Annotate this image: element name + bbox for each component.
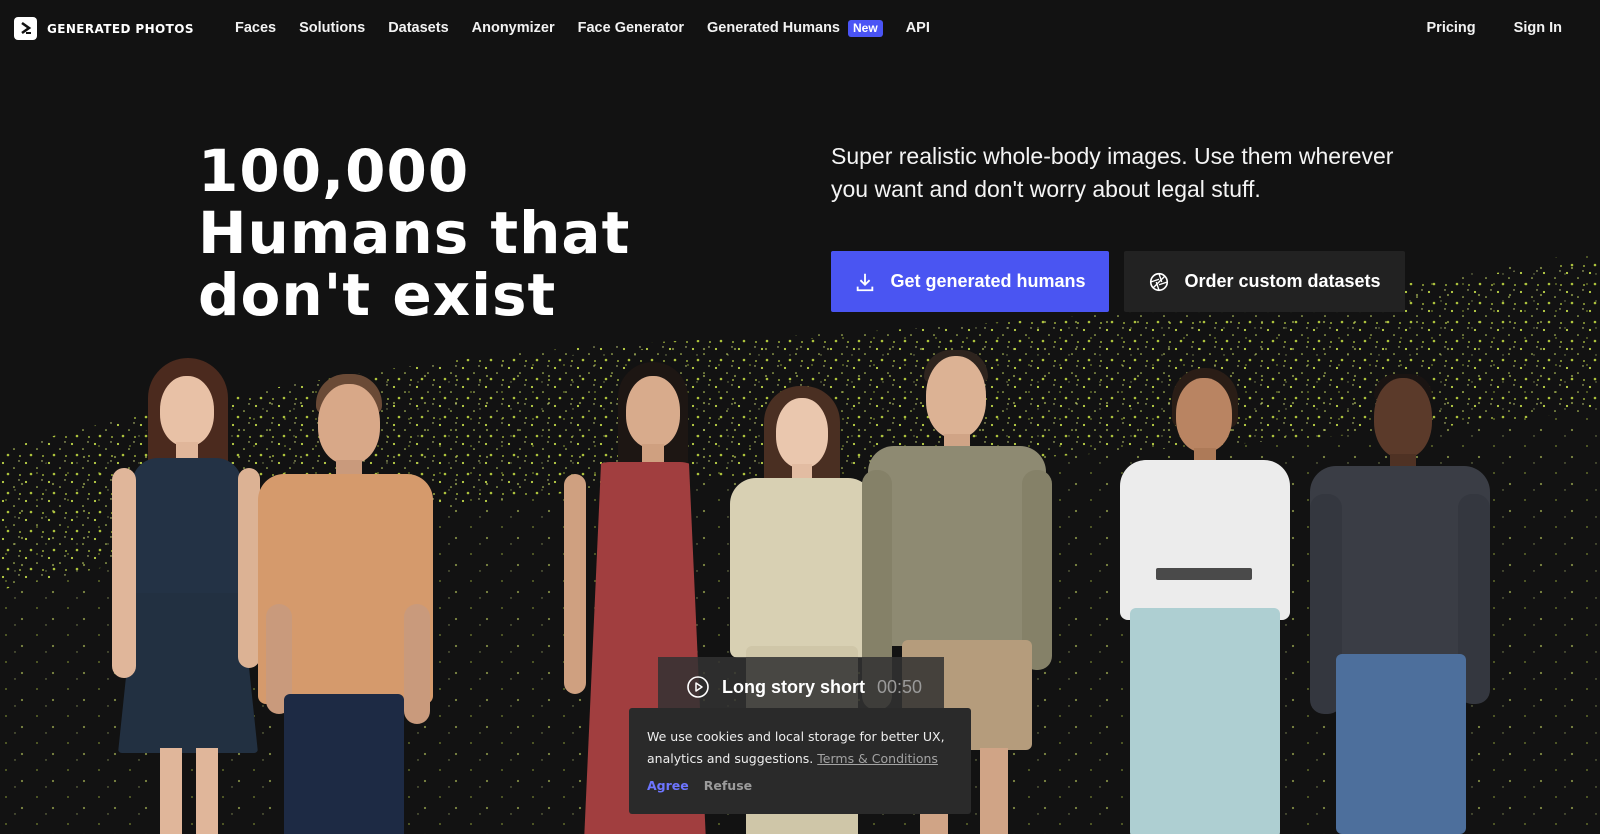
cookie-refuse-button[interactable]: Refuse	[704, 778, 752, 793]
nav-link-api[interactable]: API	[906, 20, 930, 36]
cookie-actions: Agree Refuse	[647, 778, 953, 793]
hero-title-line-2: Humans that	[198, 199, 631, 267]
cookie-message: We use cookies and local storage for bet…	[647, 726, 953, 770]
nav-link-anonymizer[interactable]: Anonymizer	[472, 20, 555, 36]
nav-link-face-generator[interactable]: Face Generator	[578, 20, 684, 36]
cookie-agree-button[interactable]: Agree	[647, 778, 689, 793]
main-nav-links: Faces Solutions Datasets Anonymizer Face…	[235, 0, 930, 56]
person-7-image	[1310, 374, 1490, 834]
video-title: Long story short	[722, 676, 865, 697]
order-custom-datasets-button[interactable]: Order custom datasets	[1124, 251, 1405, 312]
play-circle-icon	[687, 676, 709, 698]
hero-title-line-3: don't exist	[198, 261, 557, 329]
download-icon	[857, 273, 874, 291]
brand-name: GENERATED PHOTOS	[47, 21, 194, 36]
sign-in-link[interactable]: Sign In	[1514, 20, 1562, 36]
terms-link[interactable]: Terms & Conditions	[817, 751, 938, 766]
hero-subtitle: Super realistic whole-body images. Use t…	[831, 143, 1394, 202]
hero-title-line-1: 100,000	[198, 137, 470, 205]
chevron-right-icon	[14, 17, 37, 40]
get-generated-humans-label: Get generated humans	[890, 271, 1086, 291]
nav-link-generated-humans-label: Generated Humans	[707, 20, 840, 36]
aperture-icon	[1150, 272, 1169, 291]
video-duration: 00:50	[877, 676, 923, 697]
nav-link-generated-humans[interactable]: Generated Humans New	[707, 19, 883, 37]
nav-link-solutions[interactable]: Solutions	[299, 20, 365, 36]
nav-link-faces[interactable]: Faces	[235, 20, 276, 36]
cookie-banner: We use cookies and local storage for bet…	[629, 708, 971, 814]
new-badge: New	[848, 19, 883, 37]
person-1-image	[110, 358, 260, 834]
hero-title: 100,000 Humans that don't exist	[198, 140, 798, 326]
get-generated-humans-button[interactable]: Get generated humans	[831, 251, 1109, 312]
person-2-image	[248, 374, 438, 834]
nav-right: Pricing Sign In	[1427, 0, 1600, 56]
nav-link-datasets[interactable]: Datasets	[388, 20, 448, 36]
top-nav: GENERATED PHOTOS Faces Solutions Dataset…	[0, 0, 1600, 56]
order-custom-datasets-label: Order custom datasets	[1184, 271, 1381, 291]
pricing-link[interactable]: Pricing	[1427, 20, 1476, 36]
brand-logo[interactable]: GENERATED PHOTOS	[14, 17, 194, 40]
person-6-image	[1120, 368, 1290, 834]
